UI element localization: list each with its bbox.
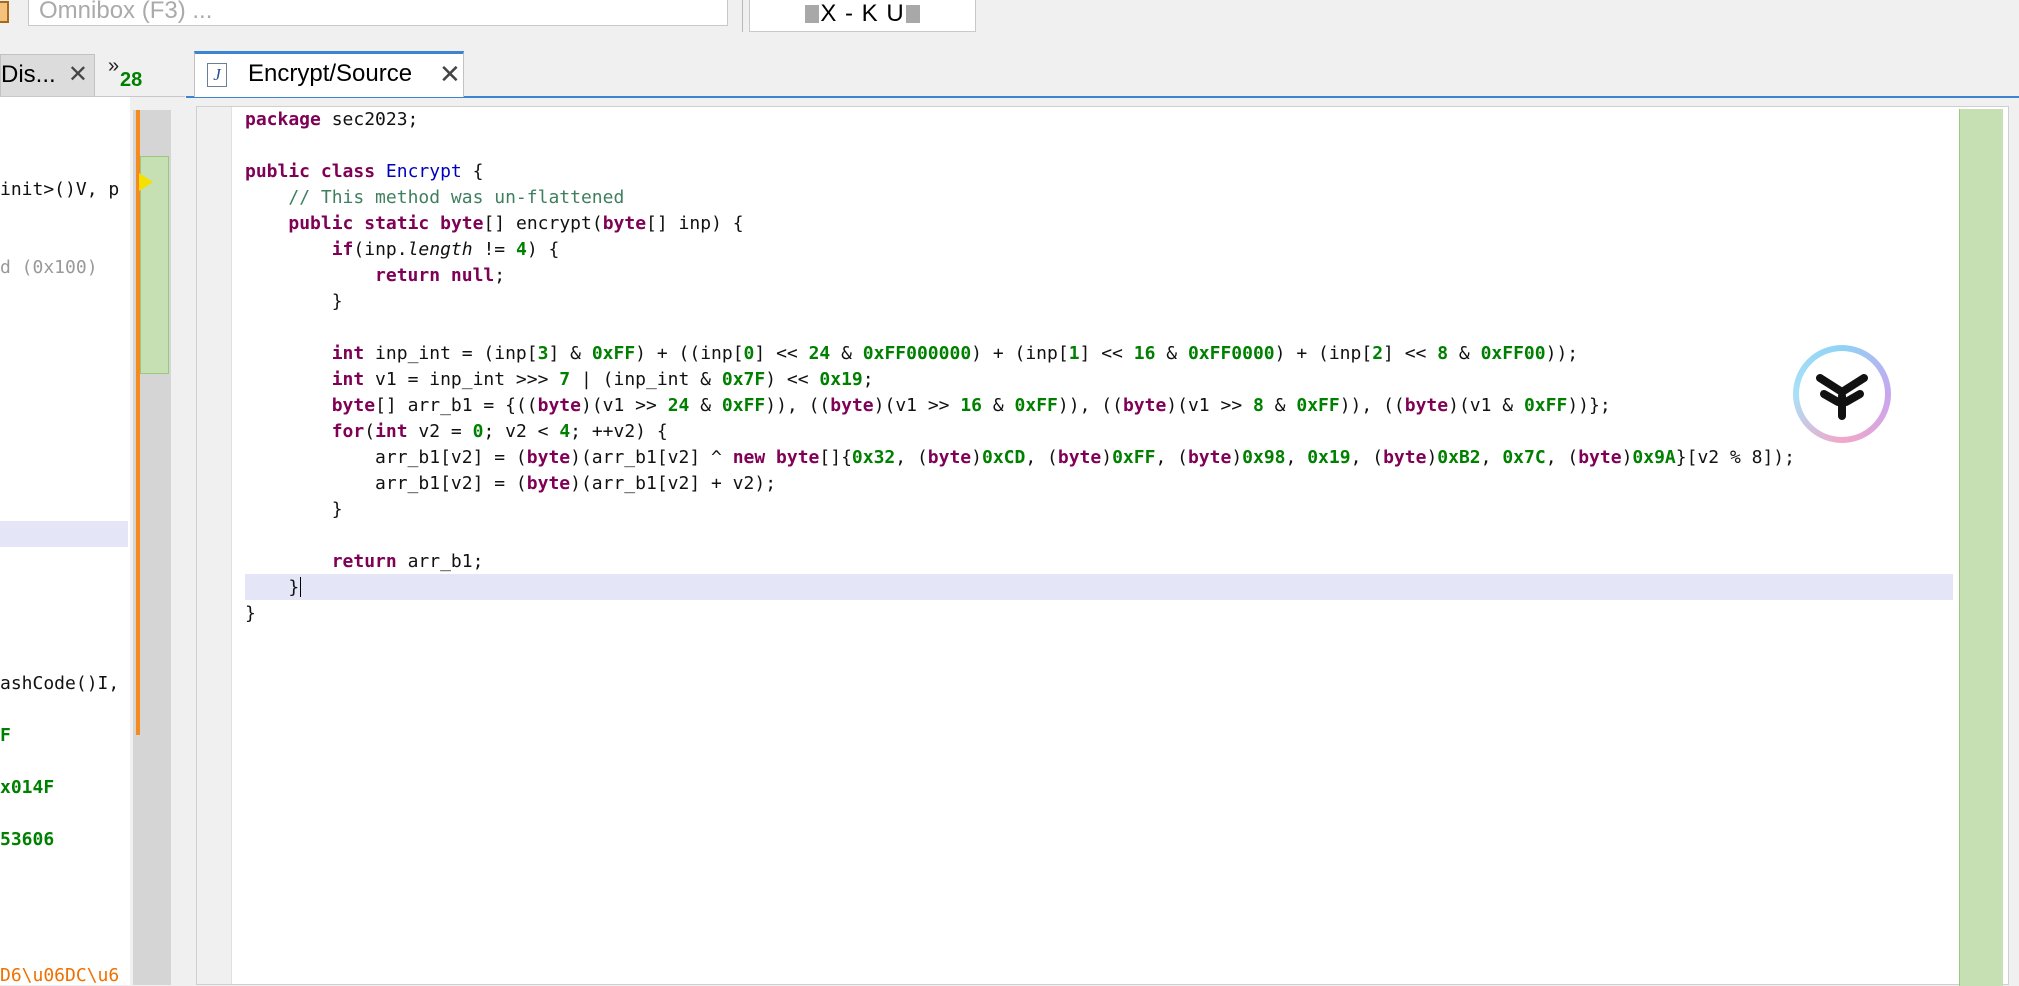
tab-disassembly[interactable]: Dis... ✕ bbox=[0, 54, 95, 96]
disassembly-line: d (0x100) bbox=[0, 257, 98, 278]
tab-label: Dis... bbox=[1, 61, 56, 88]
code-line: } bbox=[245, 603, 256, 624]
code-line: return arr_b1; bbox=[331, 551, 484, 572]
code-line: } bbox=[288, 577, 300, 598]
redaction-block bbox=[805, 5, 820, 23]
chevron-double-right-icon: » bbox=[108, 55, 120, 77]
code-area[interactable]: package sec2023; public class Encrypt { … bbox=[245, 107, 1953, 984]
code-line: arr_b1[v2] = (byte)(arr_b1[v2] ^ new byt… bbox=[375, 447, 1795, 468]
hidden-tabs-count: 28 bbox=[120, 69, 143, 91]
code-line: arr_b1[v2] = (byte)(arr_b1[v2] + v2); bbox=[375, 473, 777, 494]
code-line: } bbox=[331, 499, 343, 520]
code-line: for(int v2 = 0; v2 < 4; ++v2) { bbox=[331, 421, 668, 442]
disassembly-line: x014F bbox=[0, 777, 55, 798]
disassembly-view[interactable]: init>()V, p d (0x100) ashCode()I, F x014… bbox=[0, 97, 130, 985]
y-logo-glyph-icon bbox=[1816, 374, 1868, 420]
top-toolbar: Omnibox (F3) ... X - K U bbox=[0, 0, 2019, 36]
position-marker-icon bbox=[139, 173, 153, 191]
close-icon[interactable]: ✕ bbox=[68, 55, 88, 95]
disassembly-line: ashCode()I, bbox=[0, 673, 120, 694]
toolbar-edge-icon[interactable] bbox=[0, 0, 12, 26]
more-tabs-button[interactable]: » 28 bbox=[106, 54, 161, 94]
code-line: byte[] arr_b1 = {((byte)(v1 >> 24 & 0xFF… bbox=[331, 395, 1611, 416]
code-line: int inp_int = (inp[3] & 0xFF) + ((inp[0]… bbox=[331, 343, 1579, 364]
left-pane: Dis... ✕ » 28 init>()V, p d (0x100) ashC… bbox=[0, 50, 185, 985]
code-line: int v1 = inp_int >>> 7 | (inp_int & 0x7F… bbox=[331, 369, 874, 390]
left-tab-bar: Dis... ✕ » 28 bbox=[0, 50, 185, 97]
code-line: // This method was un-flattened bbox=[288, 187, 625, 208]
disassembly-line: D6\u06DC\u6 bbox=[0, 965, 120, 985]
source-editor[interactable]: package sec2023; public class Encrypt { … bbox=[196, 106, 2009, 986]
disassembly-line: 53606 bbox=[0, 829, 55, 850]
source-pane: J Encrypt/Source ✕ package sec2023; publ… bbox=[186, 50, 2019, 986]
y-logo-badge-icon[interactable] bbox=[1793, 345, 1891, 443]
redaction-block bbox=[905, 5, 920, 23]
java-file-icon: J bbox=[207, 63, 227, 87]
overview-ruler[interactable] bbox=[1959, 109, 2003, 986]
code-line: package sec2023; bbox=[245, 109, 419, 130]
close-icon[interactable]: ✕ bbox=[439, 54, 461, 94]
tab-label: Encrypt/Source bbox=[248, 60, 413, 87]
current-line-highlight bbox=[0, 521, 128, 547]
redacted-field[interactable]: X - K U bbox=[749, 0, 976, 32]
disassembly-line: init>()V, p bbox=[0, 179, 120, 200]
disassembly-line: F bbox=[0, 725, 11, 746]
text-caret bbox=[300, 577, 301, 597]
redacted-text: X - K U bbox=[820, 0, 905, 27]
code-line: public static byte[] encrypt(byte[] inp)… bbox=[288, 213, 744, 234]
tab-encrypt-source[interactable]: J Encrypt/Source ✕ bbox=[194, 51, 464, 97]
code-line: public class Encrypt { bbox=[245, 161, 484, 182]
current-line-highlight bbox=[245, 574, 1953, 600]
toolbar-separator bbox=[742, 0, 743, 32]
code-line: if(inp.length != 4) { bbox=[331, 239, 560, 260]
editor-gutter bbox=[197, 107, 232, 984]
code-line: return null; bbox=[375, 265, 506, 286]
omnibox-input[interactable]: Omnibox (F3) ... bbox=[28, 0, 728, 26]
source-tab-bar: J Encrypt/Source ✕ bbox=[186, 50, 2019, 98]
code-line: } bbox=[331, 291, 343, 312]
